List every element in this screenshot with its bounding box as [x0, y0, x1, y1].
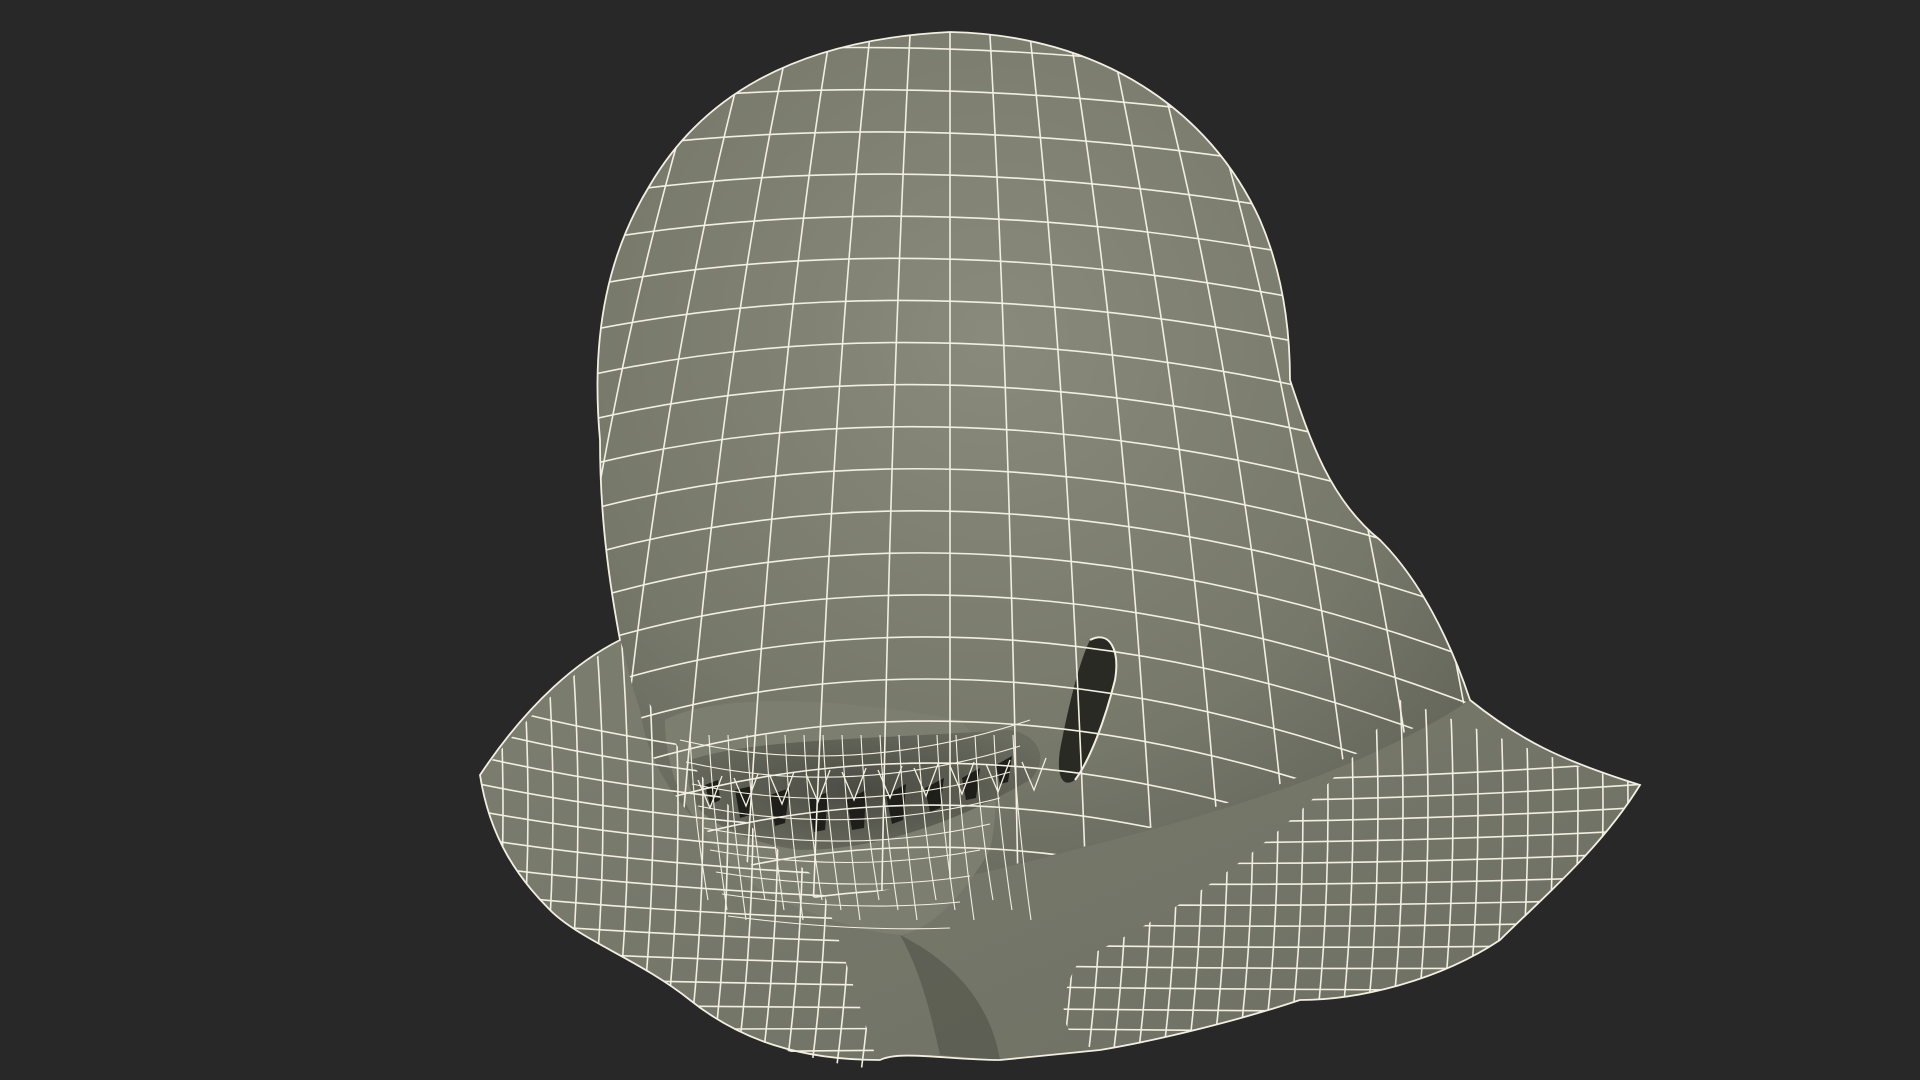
dome-longitude-line [180, 0, 532, 1000]
collar-radial-line [1609, 640, 1629, 1070]
collar-radial-line [1634, 640, 1640, 1070]
render-viewport [0, 0, 1920, 1080]
wireframe-render [110, 0, 1642, 1080]
collar-radial-line [460, 620, 478, 1080]
collar-radial-line [484, 640, 504, 1070]
dome-longitude-line [110, 0, 494, 1000]
